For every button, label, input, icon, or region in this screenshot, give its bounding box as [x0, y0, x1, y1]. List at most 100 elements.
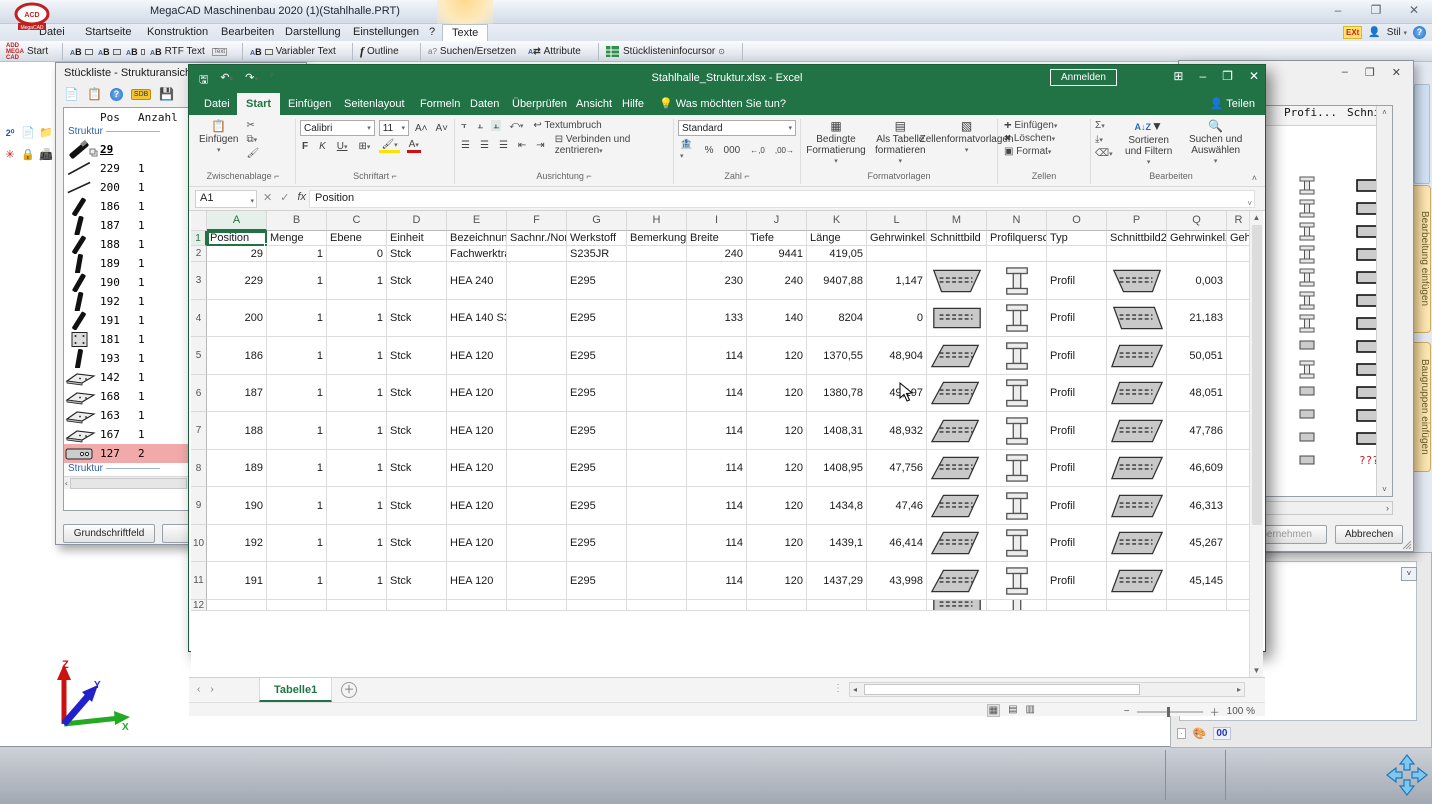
- cell-I10[interactable]: 114: [687, 525, 747, 562]
- excel-tab-hilfe[interactable]: Hilfe: [613, 93, 653, 115]
- cell-E12[interactable]: [447, 600, 507, 611]
- cell-C12[interactable]: [327, 600, 387, 611]
- insert-cells-button[interactable]: 🞥 Einfügen▾: [1002, 120, 1059, 131]
- column-header-P[interactable]: P: [1107, 211, 1167, 231]
- cell-M9[interactable]: [927, 487, 987, 525]
- cell-H3[interactable]: [627, 262, 687, 300]
- cell-A12[interactable]: [207, 600, 267, 611]
- dialog-restore-button[interactable]: ❐: [1365, 66, 1375, 79]
- cell-J9[interactable]: 120: [747, 487, 807, 525]
- cell-K11[interactable]: 1437,29: [807, 562, 867, 600]
- cell-E7[interactable]: HEA 120: [447, 412, 507, 450]
- cell-N2[interactable]: [987, 246, 1047, 262]
- cell-E5[interactable]: HEA 120: [447, 337, 507, 375]
- cell-N8[interactable]: [987, 450, 1047, 487]
- sheet-tab-tabelle1[interactable]: Tabelle1: [259, 678, 332, 702]
- open-folder-icon[interactable]: 📁: [38, 125, 54, 141]
- cell-J6[interactable]: 120: [747, 375, 807, 412]
- binocular-icon[interactable]: 00: [1213, 727, 1230, 740]
- font-size-combo[interactable]: 11▾: [379, 120, 409, 136]
- cell-J8[interactable]: 120: [747, 450, 807, 487]
- structure-item-188[interactable]: 1881: [64, 235, 188, 254]
- stil-dropdown[interactable]: Stil ▾: [1387, 27, 1407, 38]
- cell-M11[interactable]: [927, 562, 987, 600]
- cell-N1[interactable]: Profilquerschnitt: [987, 231, 1047, 246]
- worksheet-grid[interactable]: ABCDEFGHIJKLMNOPQR1PositionMengeEbeneEin…: [191, 211, 1251, 677]
- align-center-button[interactable]: ☰: [478, 140, 491, 151]
- structure-tree-list[interactable]: Pos Anzahl Struktur 29229120011861187118…: [63, 107, 189, 511]
- increase-decimal-button[interactable]: ←,0: [748, 146, 767, 155]
- column-header-H[interactable]: H: [627, 211, 687, 231]
- align-top-button[interactable]: ⫟: [459, 120, 469, 131]
- cell-K2[interactable]: 419,05: [807, 246, 867, 262]
- cell-P11[interactable]: [1107, 562, 1167, 600]
- cell-E8[interactable]: HEA 120: [447, 450, 507, 487]
- cell-H9[interactable]: [627, 487, 687, 525]
- cell-D11[interactable]: Stck: [387, 562, 447, 600]
- cell-G11[interactable]: E295: [567, 562, 627, 600]
- menu-bearbeiten[interactable]: Bearbeiten: [212, 24, 283, 41]
- cell-L9[interactable]: 47,46: [867, 487, 927, 525]
- cell-F9[interactable]: [507, 487, 567, 525]
- column-header-E[interactable]: E: [447, 211, 507, 231]
- zoom-level-label[interactable]: 100 %: [1227, 706, 1255, 717]
- cell-H6[interactable]: [627, 375, 687, 412]
- cell-N3[interactable]: [987, 262, 1047, 300]
- cell-O10[interactable]: Profil: [1047, 525, 1107, 562]
- cell-Q9[interactable]: 46,313: [1167, 487, 1227, 525]
- shrink-font-button[interactable]: A˅: [433, 123, 450, 134]
- cell-D2[interactable]: Stck: [387, 246, 447, 262]
- cell-A4[interactable]: 200: [207, 300, 267, 337]
- cell-P1[interactable]: Schnittbild2: [1107, 231, 1167, 246]
- cell-N5[interactable]: [987, 337, 1047, 375]
- cell-P5[interactable]: [1107, 337, 1167, 375]
- cell-O6[interactable]: Profil: [1047, 375, 1107, 412]
- resize-grip[interactable]: [1401, 539, 1412, 550]
- cell-O7[interactable]: Profil: [1047, 412, 1107, 450]
- cell-B11[interactable]: 1: [267, 562, 327, 600]
- abbrechen-button[interactable]: Abbrechen: [1335, 525, 1403, 544]
- cell-O8[interactable]: Profil: [1047, 450, 1107, 487]
- cell-R12[interactable]: [1227, 600, 1251, 611]
- cell-B5[interactable]: 1: [267, 337, 327, 375]
- menu-texte-active[interactable]: Texte: [442, 24, 488, 41]
- text-preview-icon[interactable]: Text: [212, 41, 227, 62]
- cell-D3[interactable]: Stck: [387, 262, 447, 300]
- cell-H2[interactable]: [627, 246, 687, 262]
- sort-filter-button[interactable]: A↓Z▼ Sortieren und Filtern▾: [1117, 120, 1181, 166]
- column-header-R[interactable]: R: [1227, 211, 1251, 231]
- align-left-button[interactable]: ☰: [459, 140, 472, 151]
- cell-I5[interactable]: 114: [687, 337, 747, 375]
- cell-R1[interactable]: Gehr: [1227, 231, 1251, 246]
- cell-A3[interactable]: 229: [207, 262, 267, 300]
- dialog-minimize-button[interactable]: –: [1342, 66, 1348, 79]
- row-header-10[interactable]: 10: [191, 525, 207, 562]
- cell-R2[interactable]: [1227, 246, 1251, 262]
- structure-item-163[interactable]: 1631: [64, 406, 188, 425]
- excel-minimize-button[interactable]: –: [1199, 69, 1206, 83]
- collapse-ribbon-icon[interactable]: ˄: [1252, 173, 1257, 183]
- menu-konstruktion[interactable]: Konstruktion: [138, 24, 217, 41]
- cell-J12[interactable]: [747, 600, 807, 611]
- column-header-A[interactable]: A: [207, 211, 267, 231]
- cell-B12[interactable]: [267, 600, 327, 611]
- ribbon-display-options-icon[interactable]: ⊞: [1173, 69, 1183, 83]
- cell-R8[interactable]: [1227, 450, 1251, 487]
- decrease-indent-button[interactable]: ⇤: [516, 140, 528, 151]
- cell-P8[interactable]: [1107, 450, 1167, 487]
- cell-B3[interactable]: 1: [267, 262, 327, 300]
- cell-O2[interactable]: [1047, 246, 1107, 262]
- cell-D1[interactable]: Einheit: [387, 231, 447, 246]
- cell-L3[interactable]: 1,147: [867, 262, 927, 300]
- cell-K7[interactable]: 1408,31: [807, 412, 867, 450]
- row-header-9[interactable]: 9: [191, 487, 207, 525]
- cell-G9[interactable]: E295: [567, 487, 627, 525]
- cell-J5[interactable]: 120: [747, 337, 807, 375]
- cell-N11[interactable]: [987, 562, 1047, 600]
- sheet-nav-arrows[interactable]: ‹›: [197, 684, 224, 695]
- cell-E6[interactable]: HEA 120: [447, 375, 507, 412]
- text-column-icon[interactable]: AB: [126, 41, 145, 62]
- column-header-L[interactable]: L: [867, 211, 927, 231]
- cell-I7[interactable]: 114: [687, 412, 747, 450]
- cell-F1[interactable]: Sachnr./Norm: [507, 231, 567, 246]
